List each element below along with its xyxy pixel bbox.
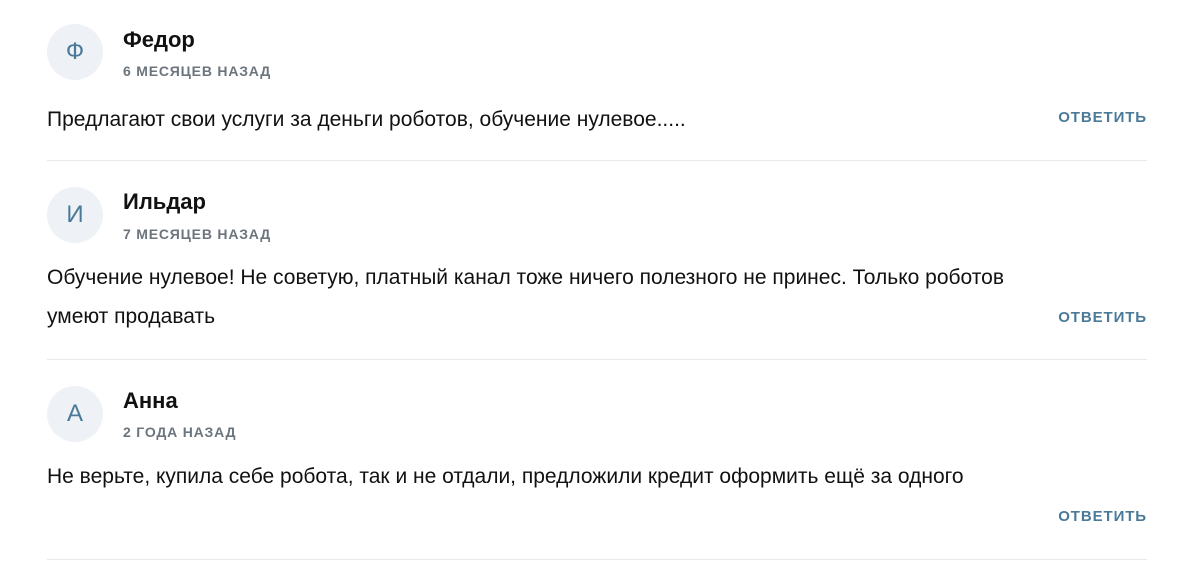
comment-author: Анна [123,388,178,413]
comment-text: Не верьте, купила себе робота, так и не … [47,465,964,488]
comment-author: Ильдар [123,189,206,214]
comment-date: 7 МЕСЯЦЕВ НАЗАД [123,226,272,242]
comments-list: Ф Федор 6 МЕСЯЦЕВ НАЗАД Предлагают свои … [47,0,1147,560]
avatar: И [47,187,103,243]
comment-text: Обучение нулевое! Не советую, платный ка… [47,266,1004,328]
avatar: Ф [47,24,103,80]
comment-item: Ф Федор 6 МЕСЯЦЕВ НАЗАД Предлагают свои … [47,0,1147,161]
comment-item: А Анна 2 ГОДА НАЗАД Не верьте, купила се… [47,360,1147,560]
reply-button[interactable]: ОТВЕТИТЬ [1058,309,1147,326]
comment-date: 6 МЕСЯЦЕВ НАЗАД [123,63,272,79]
reply-button[interactable]: ОТВЕТИТЬ [1058,109,1147,126]
comment-author: Федор [123,27,195,52]
avatar: А [47,386,103,442]
reply-button[interactable]: ОТВЕТИТЬ [1058,508,1147,525]
comment-item: И Ильдар 7 МЕСЯЦЕВ НАЗАД Обучение нулево… [47,161,1147,360]
comment-text: Предлагают свои услуги за деньги роботов… [47,108,686,131]
comment-date: 2 ГОДА НАЗАД [123,424,237,440]
